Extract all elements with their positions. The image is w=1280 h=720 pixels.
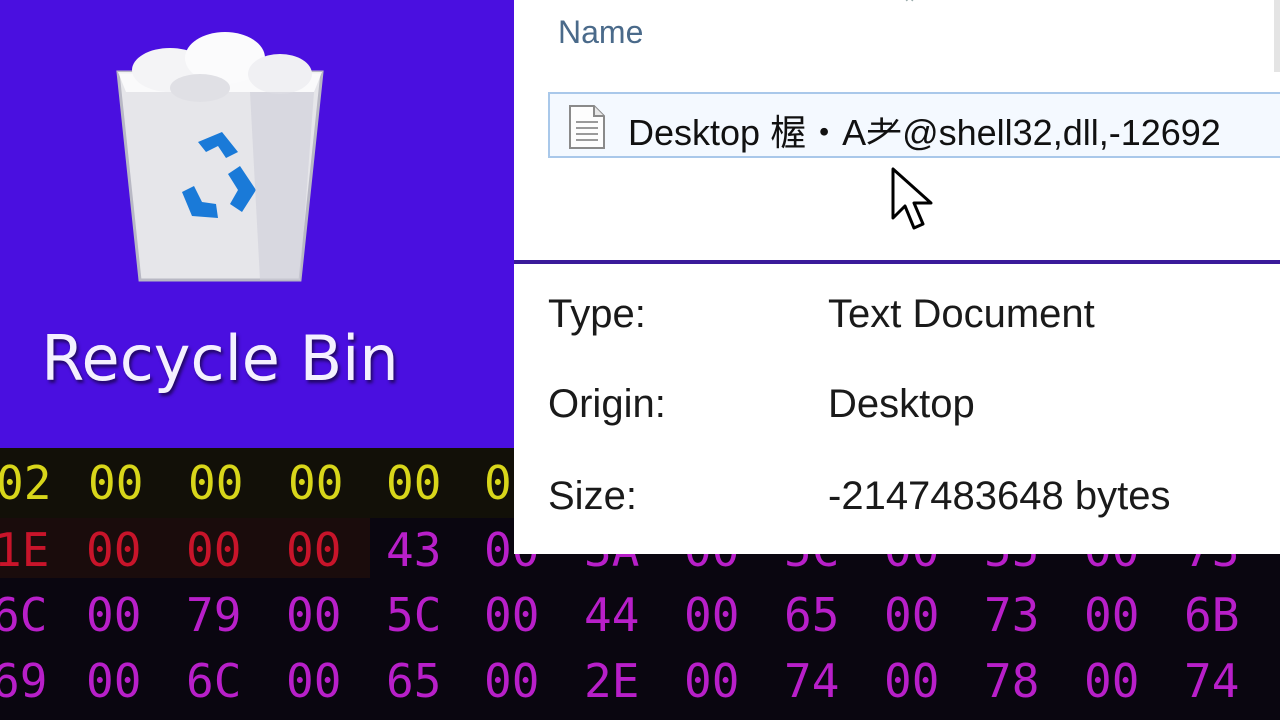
size-label: Size: [548,474,637,518]
hex-byte: 00 [86,588,142,642]
hex-byte: 6C [186,654,242,708]
name-column-header[interactable]: Name [558,14,643,51]
file-row-selected[interactable]: Desktop 楃・A耂@shell32,dll,-12692 [548,92,1280,158]
recycle-bin-icon[interactable] [100,22,340,292]
hex-byte: 00 [288,456,344,510]
hex-byte: 79 [186,588,242,642]
desktop-background: Recycle Bin [0,0,514,448]
type-label: Type: [548,292,646,336]
sort-caret-icon: ⌃ [902,0,918,15]
hex-byte: 00 [286,654,342,708]
hex-byte: 65 [386,654,442,708]
text-document-icon [569,105,605,149]
mouse-pointer-icon [891,167,933,230]
hex-byte: 00 [188,456,244,510]
hex-byte: 02 [0,456,52,510]
hex-byte: 00 [684,654,740,708]
hex-byte: 00 [286,523,342,577]
hex-byte: 0 [484,456,512,510]
hex-byte: 00 [86,523,142,577]
hex-byte: 00 [684,588,740,642]
hex-byte: 00 [386,456,442,510]
hex-byte: 6C [0,588,48,642]
hex-byte: 00 [186,523,242,577]
size-value: -2147483648 bytes [828,474,1171,518]
hex-byte: 00 [286,588,342,642]
hex-byte: 00 [484,588,540,642]
hex-byte: 00 [884,654,940,708]
origin-label: Origin: [548,382,666,426]
scrollbar[interactable] [1274,0,1280,72]
file-list-pane: ⌃ Name Desktop 楃・A耂@shell32,dll,-12692 [514,0,1280,262]
hex-byte: 00 [86,654,142,708]
hex-byte: 65 [784,588,840,642]
hex-byte: 78 [984,654,1040,708]
hex-byte: 74 [784,654,840,708]
hex-byte: 44 [584,588,640,642]
file-properties-panel: Type: Text Document Origin: Desktop Size… [514,264,1280,554]
hex-byte: 00 [1084,654,1140,708]
hex-byte: 1E [0,523,50,577]
hex-byte: 74 [1184,654,1240,708]
hex-byte: 00 [484,654,540,708]
hex-byte: 5C [386,588,442,642]
hex-byte: 6B [1184,588,1240,642]
hex-byte: 00 [1084,588,1140,642]
hex-byte: 00 [88,456,144,510]
recycle-bin-label: Recycle Bin [41,322,399,395]
hex-byte: 69 [0,654,48,708]
type-value: Text Document [828,292,1095,336]
file-name: Desktop 楃・A耂@shell32,dll,-12692 [628,112,1221,153]
hex-byte: 73 [984,588,1040,642]
hex-byte: 2E [584,654,640,708]
origin-value: Desktop [828,382,975,426]
hex-byte: 00 [884,588,940,642]
hex-byte: 43 [386,523,442,577]
